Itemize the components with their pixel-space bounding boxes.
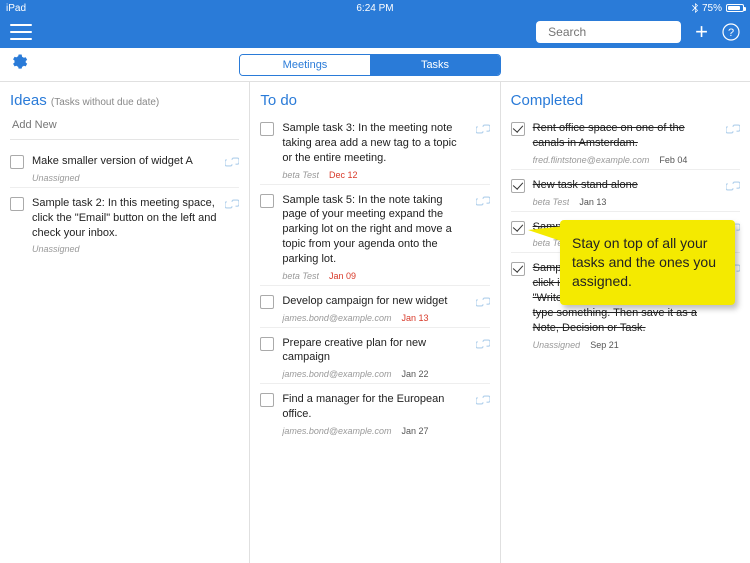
columns: Ideas (Tasks without due date) Make smal… <box>0 82 750 563</box>
task-title: Find a manager for the European office. <box>282 392 467 422</box>
checkbox[interactable] <box>260 194 274 208</box>
checkbox[interactable] <box>511 221 525 235</box>
task-assignee: james.bond@example.com <box>282 426 391 436</box>
todo-header: To do <box>260 92 489 109</box>
task-assignee: Unassigned <box>32 173 80 183</box>
link-icon <box>476 394 490 406</box>
link-icon <box>476 123 490 135</box>
task-title: New task stand alone <box>533 178 718 193</box>
task-date: Jan 09 <box>329 271 356 281</box>
search-input[interactable] <box>548 25 703 39</box>
task-date: Dec 12 <box>329 170 358 180</box>
link-icon <box>476 338 490 350</box>
task-assignee: beta Test <box>282 271 319 281</box>
task-assignee: fred.flintstone@example.com <box>533 155 650 165</box>
help-button[interactable]: ? <box>722 23 740 41</box>
task-date: Jan 13 <box>579 197 606 207</box>
task-title: Develop campaign for new widget <box>282 294 467 309</box>
view-segment: Meetings Tasks <box>239 54 501 76</box>
todo-list: Sample task 3: In the meeting note takin… <box>260 113 489 440</box>
link-icon <box>726 123 740 135</box>
settings-button[interactable] <box>10 53 28 76</box>
checkbox[interactable] <box>511 262 525 276</box>
add-button[interactable]: + <box>689 19 714 45</box>
task-item[interactable]: Prepare creative plan for new campaign ja… <box>260 328 489 385</box>
add-new-input[interactable] <box>10 113 239 140</box>
search-box[interactable] <box>536 21 681 43</box>
task-title: Prepare creative plan for new campaign <box>282 336 467 366</box>
callout-tooltip: Stay on top of all your tasks and the on… <box>560 220 735 305</box>
task-assignee: beta Test <box>533 197 570 207</box>
task-item[interactable]: Rent office space on one of the canals i… <box>511 113 740 170</box>
gear-icon <box>10 53 28 71</box>
task-title: Sample task 2: In this meeting space, cl… <box>32 196 217 241</box>
status-time: 6:24 PM <box>252 3 498 14</box>
task-item[interactable]: Sample task 3: In the meeting note takin… <box>260 113 489 185</box>
task-item[interactable]: New task stand alone beta Test Jan 13 <box>511 170 740 212</box>
task-item[interactable]: Make smaller version of widget A Unassign… <box>10 146 239 188</box>
task-date: Sep 21 <box>590 340 619 350</box>
task-date: Jan 22 <box>402 369 429 379</box>
task-assignee: james.bond@example.com <box>282 369 391 379</box>
status-right: 75% <box>498 3 744 14</box>
battery-icon <box>726 4 744 12</box>
task-title: Rent office space on one of the canals i… <box>533 121 718 151</box>
task-date: Jan 27 <box>402 426 429 436</box>
battery-pct: 75% <box>702 3 722 14</box>
link-icon <box>476 195 490 207</box>
task-title: Sample task 5: In the note taking page o… <box>282 193 467 267</box>
status-bar: iPad 6:24 PM 75% <box>0 0 750 16</box>
svg-text:?: ? <box>728 27 734 39</box>
link-icon <box>726 180 740 192</box>
menu-icon[interactable] <box>10 24 32 40</box>
task-assignee: Unassigned <box>533 340 581 350</box>
column-ideas: Ideas (Tasks without due date) Make smal… <box>0 82 250 563</box>
checkbox[interactable] <box>260 122 274 136</box>
tab-meetings[interactable]: Meetings <box>240 55 370 75</box>
link-icon <box>476 296 490 308</box>
checkbox[interactable] <box>260 393 274 407</box>
checkbox[interactable] <box>10 197 24 211</box>
task-assignee: Unassigned <box>32 244 80 254</box>
tab-tasks[interactable]: Tasks <box>370 55 500 75</box>
ideas-header: Ideas (Tasks without due date) <box>10 92 239 109</box>
column-completed: Completed Rent office space on one of th… <box>501 82 750 563</box>
status-device: iPad <box>6 3 252 14</box>
task-item[interactable]: Develop campaign for new widget james.bon… <box>260 286 489 328</box>
completed-header: Completed <box>511 92 740 109</box>
task-title: Sample task 3: In the meeting note takin… <box>282 121 467 166</box>
help-icon: ? <box>722 23 740 41</box>
link-icon <box>225 156 239 168</box>
task-date: Jan 13 <box>402 313 429 323</box>
task-item[interactable]: Find a manager for the European office. j… <box>260 384 489 440</box>
sub-bar: Meetings Tasks <box>0 48 750 82</box>
callout-text: Stay on top of all your tasks and the on… <box>572 234 723 291</box>
column-todo: To do Sample task 3: In the meeting note… <box>250 82 500 563</box>
task-assignee: beta Test <box>282 170 319 180</box>
checkbox[interactable] <box>511 179 525 193</box>
nav-bar: + ? <box>0 16 750 48</box>
bluetooth-icon <box>692 3 698 13</box>
ideas-list: Make smaller version of widget A Unassign… <box>10 146 239 258</box>
checkbox[interactable] <box>260 295 274 309</box>
task-date: Feb 04 <box>659 155 687 165</box>
checkbox[interactable] <box>260 337 274 351</box>
task-item[interactable]: Sample task 2: In this meeting space, cl… <box>10 188 239 259</box>
task-title: Make smaller version of widget A <box>32 154 217 169</box>
checkbox[interactable] <box>10 155 24 169</box>
link-icon <box>225 198 239 210</box>
task-item[interactable]: Sample task 5: In the note taking page o… <box>260 185 489 286</box>
checkbox[interactable] <box>511 122 525 136</box>
task-assignee: james.bond@example.com <box>282 313 391 323</box>
